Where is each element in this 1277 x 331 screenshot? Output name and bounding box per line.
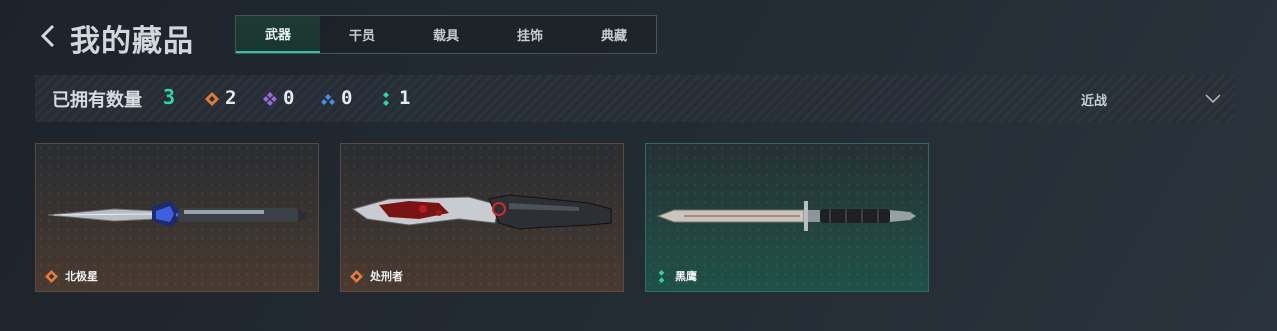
tab-weapons[interactable]: 武器 [236,16,320,53]
item-card[interactable]: 黑鹰 [645,143,929,292]
orange-diamond-icon [205,91,219,106]
item-card[interactable]: 北极星 [35,143,319,292]
item-name: 北极星 [65,270,98,283]
chevron-down-icon [1205,94,1221,104]
item-name: 处刑者 [370,270,403,283]
knife-image [47,201,306,227]
tab-charms[interactable]: 挂饰 [488,16,572,53]
owned-count: 3 [163,85,176,109]
chevron-left-icon [40,24,55,48]
blue-diamond-icon [321,93,335,105]
tab-operators[interactable]: 干员 [320,16,404,53]
rarity-count-purple: 0 [283,87,295,109]
orange-diamond-icon [350,269,363,283]
purple-diamond-icon [263,91,277,106]
green-diamond-icon [383,91,389,106]
rarity-count-green: 1 [399,87,411,109]
item-name: 黑鹰 [675,270,697,283]
rarity-stat-blue: 0 [321,89,352,108]
rarity-stat-green: 1 [379,89,410,108]
owned-label: 已拥有数量 [52,90,142,111]
stats-bar: 已拥有数量 3 2 0 0 1 近战 [35,75,1235,122]
green-diamond-icon [658,269,665,283]
rarity-count-blue: 0 [341,87,353,109]
rarity-stat-purple: 0 [263,89,294,108]
back-button[interactable] [38,22,60,50]
category-filter-dropdown[interactable]: 近战 [1081,75,1221,122]
tab-vehicles[interactable]: 载具 [404,16,488,53]
knife-image [656,201,916,231]
filter-label: 近战 [1081,94,1108,109]
category-tabs: 武器 干员 载具 挂饰 典藏 [235,15,657,54]
item-card[interactable]: 处刑者 [340,143,624,292]
rarity-count-orange: 2 [225,87,237,109]
tab-collection[interactable]: 典藏 [572,16,656,53]
item-name-row: 黑鹰 [655,268,697,284]
item-name-row: 处刑者 [350,268,403,284]
knife-image [351,194,612,230]
page-title: 我的藏品 [70,24,194,59]
orange-diamond-icon [45,269,58,283]
item-name-row: 北极星 [45,268,98,284]
rarity-stat-orange: 2 [205,89,236,108]
